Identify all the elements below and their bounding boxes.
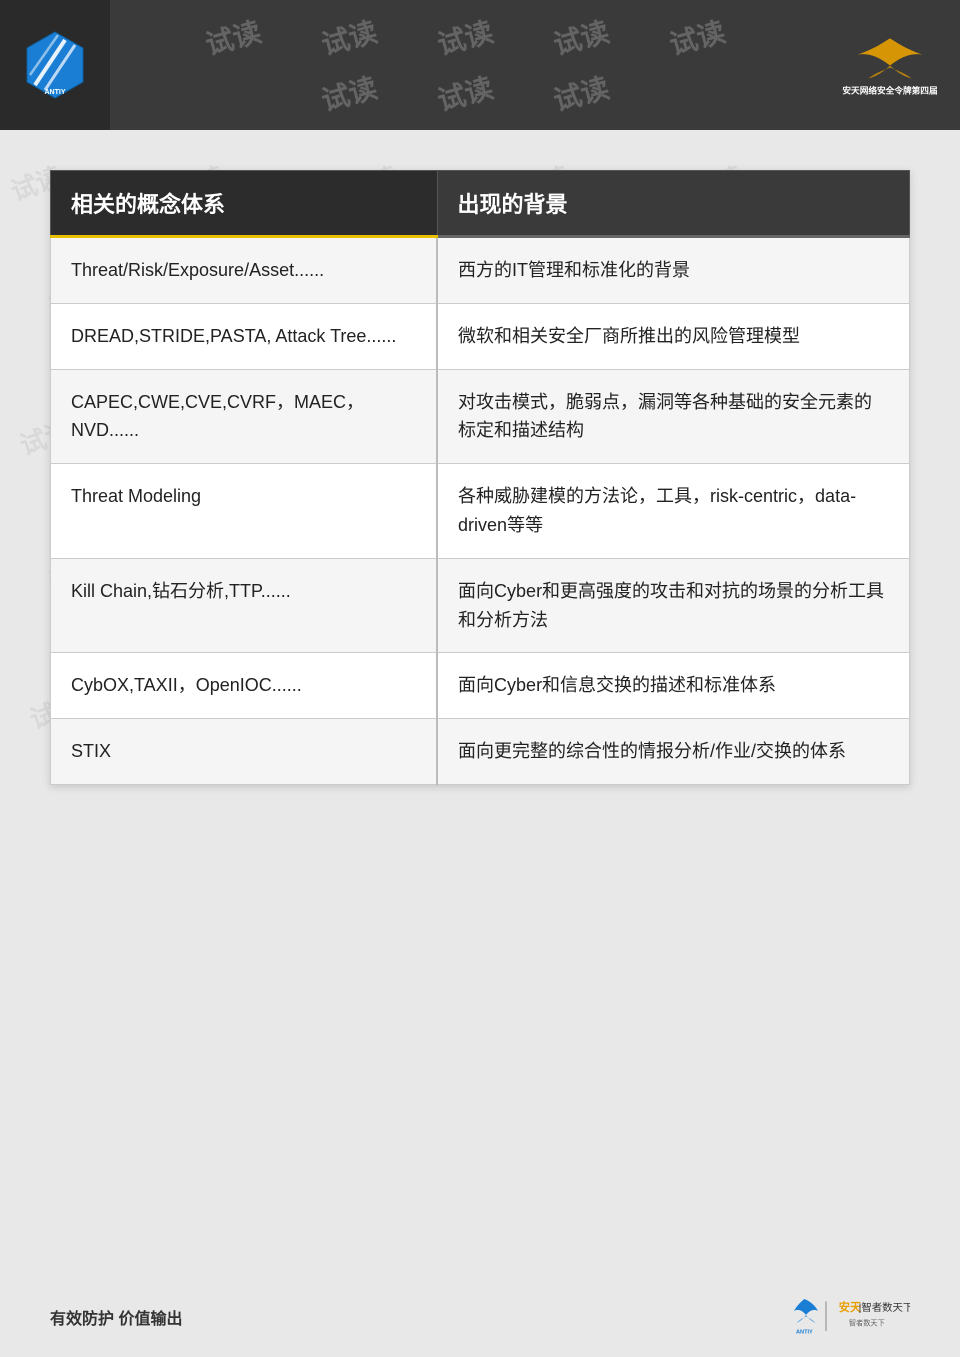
header-right-brand: 安天网络安全令牌第四届 bbox=[820, 0, 960, 130]
table-row: DREAD,STRIDE,PASTA, Attack Tree......微软和… bbox=[51, 303, 910, 369]
footer: 有效防护 价值输出 ANTIY 安天 |智者数天下 智者数天下 bbox=[0, 1277, 960, 1357]
cell-col1-2: CAPEC,CWE,CVE,CVRF，MAEC，NVD...... bbox=[51, 369, 438, 464]
header-watermarks: 试读 试读 试读 试读 试读 试读 试读 试读 bbox=[110, 9, 820, 121]
header: ANTIY 试读 试读 试读 试读 试读 试读 试读 试读 安天网络安全令牌第四… bbox=[0, 0, 960, 130]
cell-col1-0: Threat/Risk/Exposure/Asset...... bbox=[51, 237, 438, 304]
header-wm-3: 试读 bbox=[433, 10, 497, 63]
svg-text:智者数天下: 智者数天下 bbox=[849, 1318, 885, 1327]
col2-header: 出现的背景 bbox=[437, 171, 909, 237]
header-wm-8: 试读 bbox=[549, 66, 613, 119]
col1-header: 相关的概念体系 bbox=[51, 171, 438, 237]
cell-col2-3: 各种威胁建模的方法论，工具，risk-centric，data-driven等等 bbox=[437, 464, 909, 559]
table-row: CybOX,TAXII，OpenIOC......面向Cyber和信息交换的描述… bbox=[51, 653, 910, 719]
svg-text:ANTIY: ANTIY bbox=[45, 89, 66, 96]
header-wm-2: 试读 bbox=[317, 10, 381, 63]
cell-col2-5: 面向Cyber和信息交换的描述和标准体系 bbox=[437, 653, 909, 719]
table-row: STIX面向更完整的综合性的情报分析/作业/交换的体系 bbox=[51, 719, 910, 785]
footer-tagline: 有效防护 价值输出 bbox=[50, 1305, 182, 1329]
table-row: Kill Chain,钻石分析,TTP......面向Cyber和更高强度的攻击… bbox=[51, 558, 910, 653]
header-wm-6: 试读 bbox=[317, 66, 381, 119]
header-wm-4: 试读 bbox=[549, 10, 613, 63]
svg-text:|智者数天下: |智者数天下 bbox=[859, 1301, 910, 1314]
header-wm-5: 试读 bbox=[665, 10, 729, 63]
table-row: Threat/Risk/Exposure/Asset......西方的IT管理和… bbox=[51, 237, 910, 304]
cell-col2-0: 西方的IT管理和标准化的背景 bbox=[437, 237, 909, 304]
cell-col1-4: Kill Chain,钻石分析,TTP...... bbox=[51, 558, 438, 653]
cell-col1-5: CybOX,TAXII，OpenIOC...... bbox=[51, 653, 438, 719]
table-row: CAPEC,CWE,CVE,CVRF，MAEC，NVD......对攻击模式，脆… bbox=[51, 369, 910, 464]
svg-text:ANTIY: ANTIY bbox=[796, 1329, 813, 1335]
cell-col1-3: Threat Modeling bbox=[51, 464, 438, 559]
cell-col2-2: 对攻击模式，脆弱点，漏洞等各种基础的安全元素的标定和描述结构 bbox=[437, 369, 909, 464]
logo-area: ANTIY bbox=[0, 0, 110, 130]
header-wm-7: 试读 bbox=[433, 66, 497, 119]
cell-col1-1: DREAD,STRIDE,PASTA, Attack Tree...... bbox=[51, 303, 438, 369]
cell-col2-4: 面向Cyber和更高强度的攻击和对抗的场景的分析工具和分析方法 bbox=[437, 558, 909, 653]
antiy-logo: ANTIY bbox=[20, 30, 90, 100]
cell-col1-6: STIX bbox=[51, 719, 438, 785]
cell-col2-1: 微软和相关安全厂商所推出的风险管理模型 bbox=[437, 303, 909, 369]
footer-right: ANTIY 安天 |智者数天下 智者数天下 bbox=[790, 1290, 910, 1345]
main-content: 试读 试读 试读 试读 试读 试读 试读 试读 试读 试读 试读 试读 试读 试… bbox=[0, 130, 960, 815]
header-wm-1: 试读 bbox=[201, 10, 265, 63]
svg-text:安天网络安全令牌第四届: 安天网络安全令牌第四届 bbox=[842, 84, 937, 95]
cell-col2-6: 面向更完整的综合性的情报分析/作业/交换的体系 bbox=[437, 719, 909, 785]
concept-table: 相关的概念体系 出现的背景 Threat/Risk/Exposure/Asset… bbox=[50, 170, 910, 785]
footer-logo: ANTIY 安天 |智者数天下 智者数天下 bbox=[790, 1290, 910, 1345]
table-row: Threat Modeling各种威胁建模的方法论，工具，risk-centri… bbox=[51, 464, 910, 559]
brand-img: 安天网络安全令牌第四届 bbox=[835, 25, 945, 105]
